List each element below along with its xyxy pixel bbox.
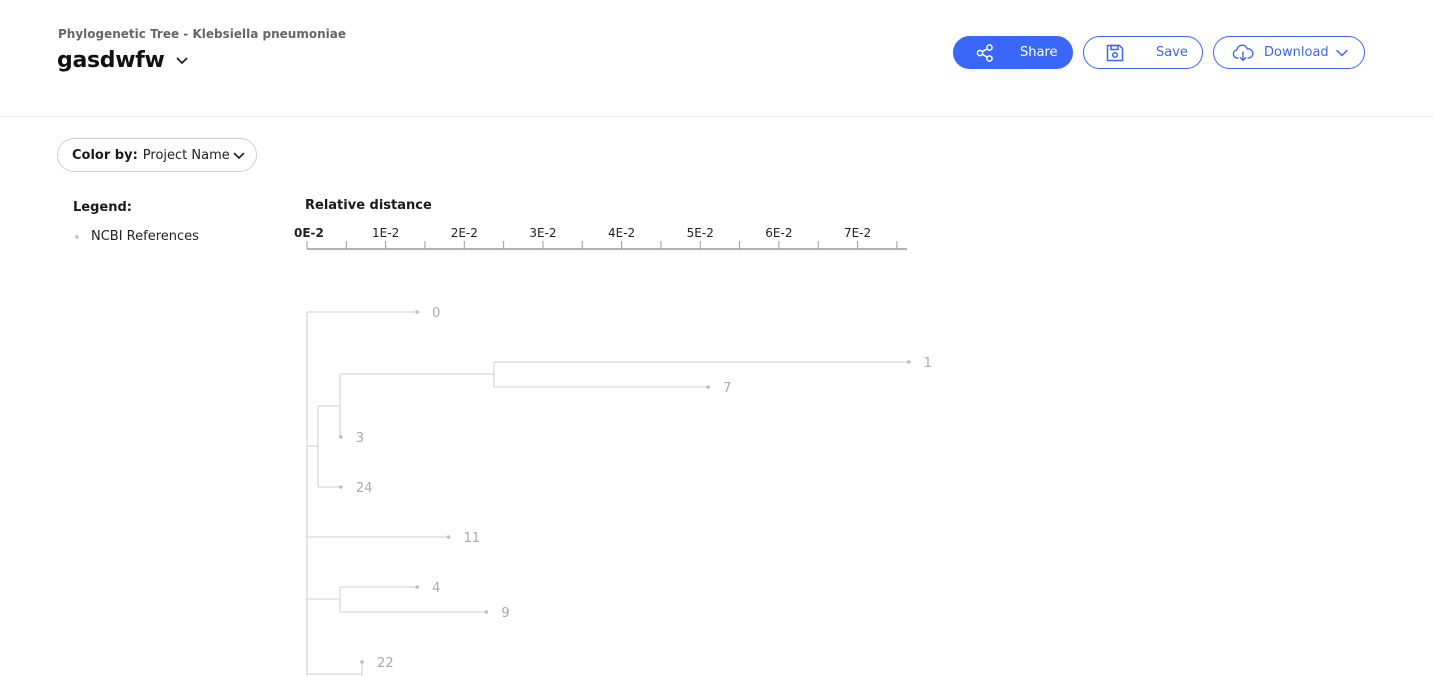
axis-tick-label: 3E-2 [529, 226, 556, 240]
tree-leaf-node[interactable] [339, 435, 343, 439]
tree-leaf-label[interactable]: 7 [723, 381, 731, 396]
phylogenetic-tree: 0E-2 1E-2 2E-2 3E-2 4E-2 5E-2 6E-2 7E-2 0 1 7 3 24 11… [294, 226, 932, 676]
axis-tick-label: 7E-2 [844, 226, 871, 240]
tree-leaf-node[interactable] [415, 585, 419, 589]
tree-leaf-node[interactable] [906, 360, 911, 364]
tree-leaf-node[interactable] [415, 310, 419, 314]
axis-tick-label: 0E-2 [294, 226, 324, 240]
tree-leaf-label[interactable]: 9 [501, 606, 509, 621]
axis-tick-label: 6E-2 [765, 226, 792, 240]
axis-tick-label: 2E-2 [451, 226, 478, 240]
axis-tick-label: 1E-2 [372, 226, 399, 240]
tree-leaf-node[interactable] [446, 535, 451, 539]
tree-leaf-node[interactable] [339, 485, 343, 489]
tree-leaf-label[interactable]: 4 [432, 581, 440, 596]
tree-leaf-label[interactable]: 22 [377, 656, 394, 671]
tree-leaf-label[interactable]: 24 [356, 481, 373, 496]
tree-leaf-label[interactable]: 3 [356, 431, 364, 446]
tree-leaf-label[interactable]: 0 [432, 306, 440, 321]
axis-tick-label: 4E-2 [608, 226, 635, 240]
tree-leaf-node[interactable] [360, 660, 364, 664]
tree-leaf-label[interactable]: 1 [924, 356, 932, 371]
tree-leaf-node[interactable] [484, 610, 489, 614]
tree-leaf-node[interactable] [706, 385, 710, 389]
axis-tick-label: 5E-2 [687, 226, 714, 240]
tree-leaf-label[interactable]: 11 [464, 531, 481, 546]
